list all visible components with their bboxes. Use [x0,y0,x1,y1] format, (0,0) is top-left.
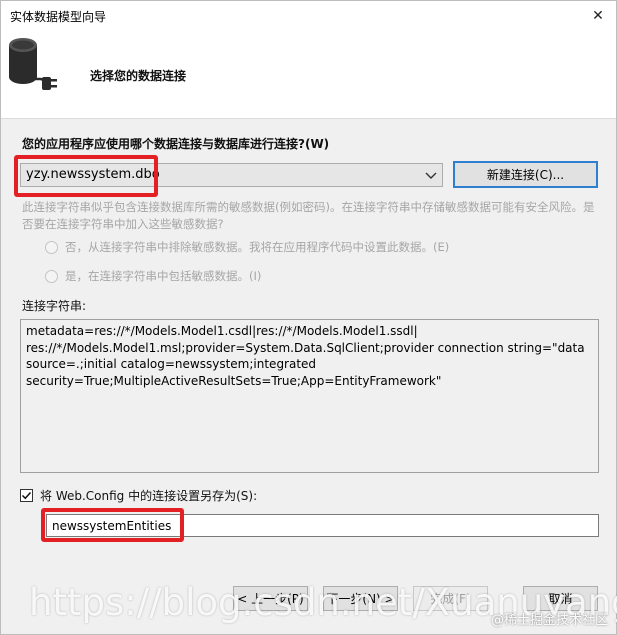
include-sensitive-option[interactable]: 是，在连接字符串中包括敏感数据。(I) [45,268,261,284]
exclude-sensitive-label: 否，从连接字符串中排除敏感数据。我将在应用程序代码中设置此数据。(E) [65,240,450,254]
title-bar: 实体数据模型向导 ✕ [1,1,616,31]
data-connection-select[interactable]: yzy.newssystem.dbo [20,163,443,187]
connection-string-value: metadata=res://*/Models.Model1.csdl|res:… [26,324,585,388]
finish-button[interactable]: 完成(F) [413,586,488,611]
wizard-header: 选择您的数据连接 [1,31,616,119]
exclude-sensitive-option[interactable]: 否，从连接字符串中排除敏感数据。我将在应用程序代码中设置此数据。(E) [45,239,449,255]
database-plug-icon [9,38,57,90]
watermark-badge: @稀土掘金技术社区 [490,613,608,628]
connection-string-box[interactable]: metadata=res://*/Models.Model1.csdl|res:… [20,319,599,473]
radio-button[interactable] [45,269,58,283]
cancel-button[interactable]: 取消 [523,586,598,611]
window-title: 实体数据模型向导 [10,10,107,24]
selected-connection: yzy.newssystem.dbo [26,167,160,182]
save-setting-label: 将 Web.Config 中的连接设置另存为(S): [40,489,258,503]
page-title: 选择您的数据连接 [90,69,187,83]
chevron-down-icon [425,172,437,179]
connection-string-label: 连接字符串: [22,299,87,313]
save-setting-checkbox[interactable] [20,489,33,502]
checkmark-icon [21,491,32,500]
entity-data-model-wizard-window: 实体数据模型向导 ✕ 选择您的数据连接 您的应用程序应使用哪个数据连接与数据库进… [0,0,617,635]
entities-name-input[interactable] [46,514,599,537]
connection-question-label: 您的应用程序应使用哪个数据连接与数据库进行连接?(W) [22,137,330,151]
radio-button[interactable] [45,240,58,254]
include-sensitive-label: 是，在连接字符串中包括敏感数据。(I) [65,269,262,283]
save-setting-row[interactable]: 将 Web.Config 中的连接设置另存为(S): [20,487,257,504]
sensitive-data-description: 此连接字符串似乎包含连接数据库所需的敏感数据(例如密码)。在连接字符串中存储敏感… [22,200,595,231]
previous-button[interactable]: < 上一步(P) [233,586,308,611]
close-icon[interactable]: ✕ [580,1,616,31]
next-button[interactable]: 下一步(N) > [323,586,398,611]
new-connection-button[interactable]: 新建连接(C)... [453,161,598,188]
